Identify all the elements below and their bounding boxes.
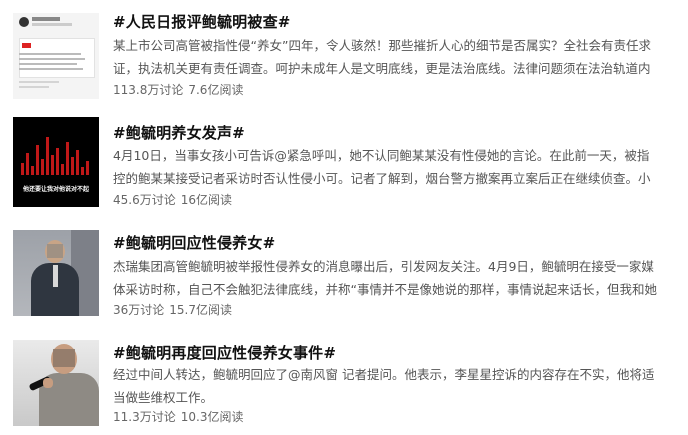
read-count: 16亿阅读 xyxy=(180,193,233,207)
topic-stats: 113.8万讨论 7.6亿阅读 xyxy=(113,81,243,98)
topic-title[interactable]: #鲍毓明回应性侵养女# xyxy=(113,232,275,253)
topic-thumbnail[interactable] xyxy=(13,340,99,426)
topic-description: 某上市公司高管被指性侵“养女”四年，令人骇然！那些摧折人心的细节是否属实？全社会… xyxy=(113,38,651,76)
read-count: 15.7亿阅读 xyxy=(169,303,233,317)
topic-title[interactable]: #鲍毓明养女发声# xyxy=(113,122,245,143)
topic-stats: 11.3万讨论 10.3亿阅读 xyxy=(113,408,243,425)
thumbnail-caption: 他还要让我对他说对不起 xyxy=(22,186,89,193)
topic-description: 4月10日，当事女孩小可告诉@紧急呼叫，她不认同鲍某某没有性侵她的言论。在此前一… xyxy=(113,148,651,186)
read-count: 7.6亿阅读 xyxy=(188,83,244,97)
topic-stats: 36万讨论 15.7亿阅读 xyxy=(113,301,232,318)
topic-title[interactable]: #鲍毓明再度回应性侵养女事件# xyxy=(113,342,336,363)
topic-description: 经过中间人转达，鲍毓明回应了@南风窗 记者提问。他表示，李星星控诉的内容存在不实… xyxy=(113,367,655,405)
topic-title[interactable]: #人民日报评鲍毓明被查# xyxy=(113,11,291,32)
topic-description: 杰瑞集团高管鲍毓明被举报性侵养女的消息曝出后，引发网友关注。4月9日，鲍毓明在接… xyxy=(113,259,657,297)
discussion-count: 11.3万讨论 xyxy=(113,410,176,424)
discussion-count: 113.8万讨论 xyxy=(113,83,184,97)
topic-thumbnail[interactable] xyxy=(13,230,99,316)
read-count: 10.3亿阅读 xyxy=(180,410,244,424)
avatar xyxy=(19,17,29,27)
topic-thumbnail[interactable] xyxy=(13,13,99,99)
discussion-count: 36万讨论 xyxy=(113,303,165,317)
topic-stats: 45.6万讨论 16亿阅读 xyxy=(113,191,232,208)
topic-thumbnail[interactable]: 他还要让我对他说对不起 xyxy=(13,117,99,207)
discussion-count: 45.6万讨论 xyxy=(113,193,176,207)
